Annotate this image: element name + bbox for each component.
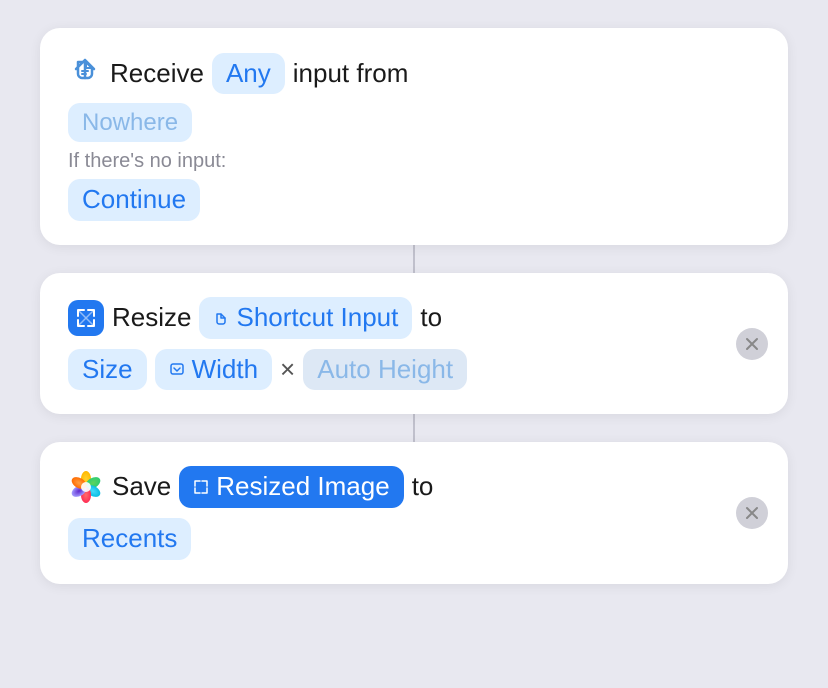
resize-text: Resize: [112, 301, 191, 335]
input-from-text: input from: [293, 57, 409, 91]
receive-text: Receive: [110, 57, 204, 91]
multiply-sign: ×: [280, 353, 295, 387]
photos-icon: [68, 469, 104, 505]
any-pill[interactable]: Any: [212, 53, 285, 95]
no-input-subtitle: If there's no input:: [68, 150, 760, 173]
recents-pill[interactable]: Recents: [68, 518, 191, 560]
to-text-2: to: [412, 470, 434, 504]
resized-image-pill[interactable]: Resized Image: [179, 466, 403, 508]
size-pill[interactable]: Size: [68, 349, 147, 391]
receive-icon: [68, 52, 102, 95]
receive-card: Receive Any input from Nowhere If there'…: [40, 28, 788, 245]
resize-icon: [68, 300, 104, 336]
resize-close-button[interactable]: [736, 328, 768, 360]
resize-card: Resize Shortcut Input to Size Width × Au…: [40, 273, 788, 415]
connector-line-2: [413, 414, 415, 442]
width-pill[interactable]: Width: [155, 349, 272, 391]
nowhere-pill[interactable]: Nowhere: [68, 103, 192, 142]
save-close-button[interactable]: [736, 497, 768, 529]
connector-line-1: [413, 245, 415, 273]
save-text: Save: [112, 470, 171, 504]
save-card: Save Resized Image to Recents: [40, 442, 788, 584]
to-text: to: [420, 301, 442, 335]
shortcut-input-pill[interactable]: Shortcut Input: [199, 297, 412, 339]
auto-height-pill[interactable]: Auto Height: [303, 349, 467, 391]
continue-pill[interactable]: Continue: [68, 179, 200, 221]
